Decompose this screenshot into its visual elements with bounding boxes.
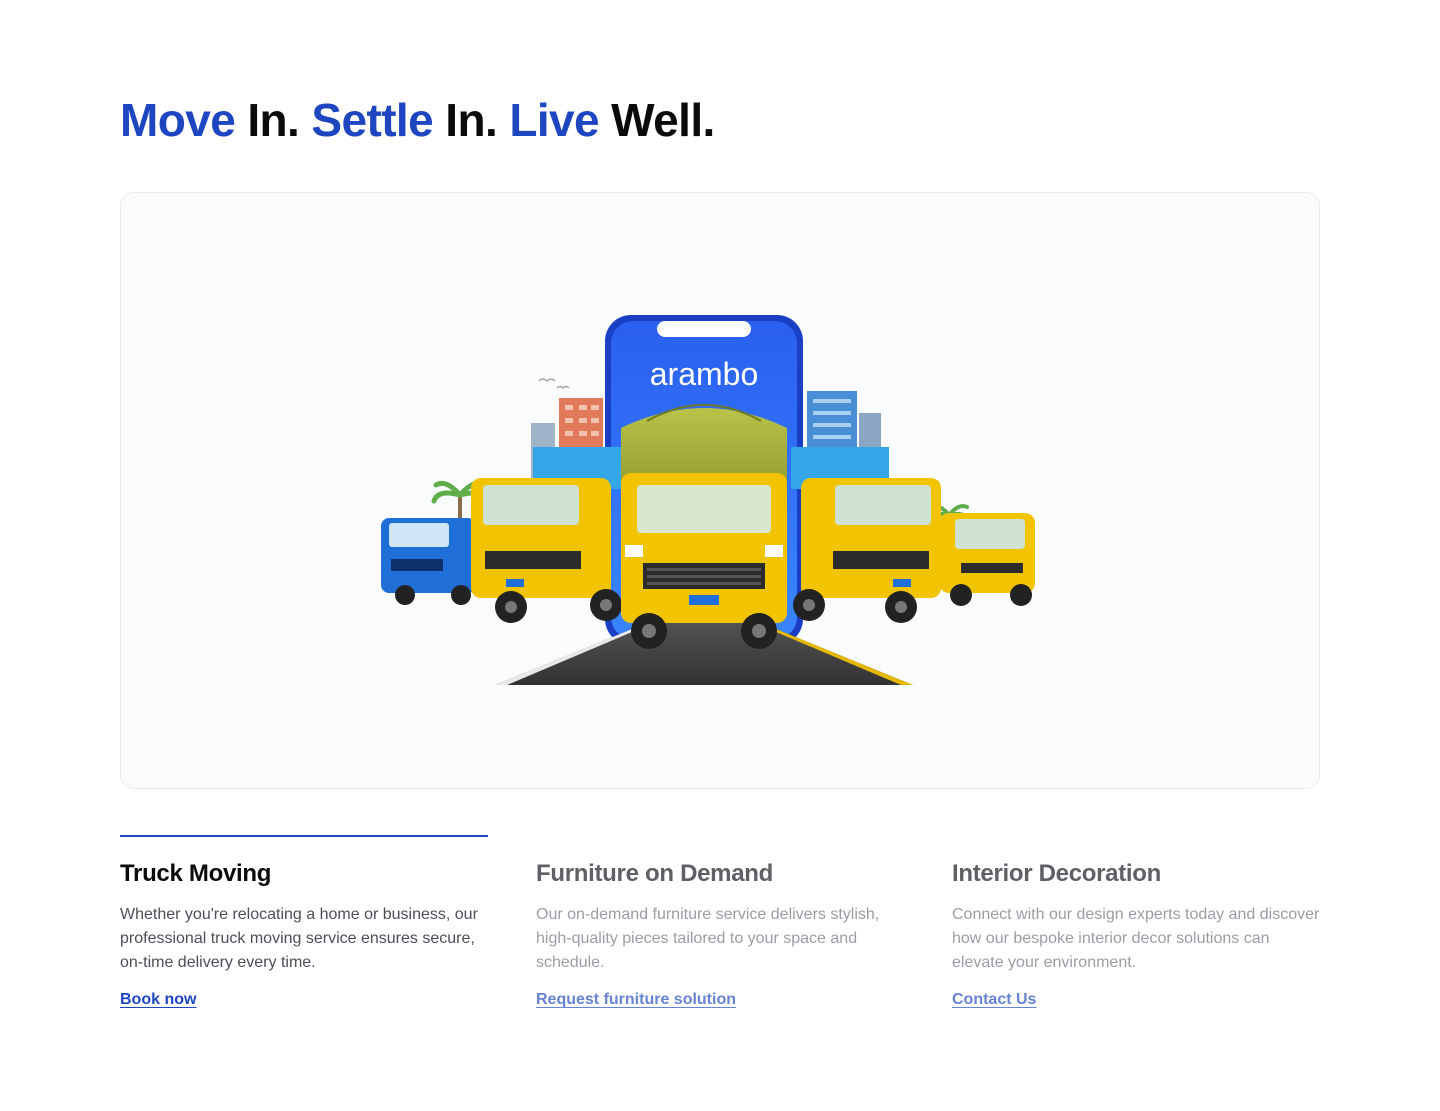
- hero-brand-text: arambo: [650, 356, 759, 392]
- service-title: Interior Decoration: [952, 860, 1161, 887]
- birds-icon: [538, 378, 570, 389]
- service-description: Our on-demand furniture service delivers…: [536, 906, 880, 971]
- service-truck-moving[interactable]: Truck Moving Whether you're relocating a…: [120, 835, 488, 1009]
- headline-word-well: Well.: [598, 94, 715, 146]
- service-furniture-on-demand[interactable]: Furniture on Demand Our on-demand furnit…: [536, 835, 904, 1009]
- headline-word-in-1: In.: [235, 94, 312, 146]
- active-tab-indicator: [120, 835, 488, 837]
- headline-word-settle: Settle: [311, 94, 434, 146]
- service-description: Connect with our design experts today an…: [952, 906, 1320, 971]
- hero-image-card: arambo: [120, 192, 1320, 789]
- hero-trucks-illustration: arambo: [381, 315, 1035, 685]
- contact-us-link[interactable]: Contact Us: [952, 991, 1036, 1009]
- service-title: Truck Moving: [120, 860, 272, 887]
- services-section: Truck Moving Whether you're relocating a…: [120, 835, 1320, 1035]
- small-yellow-truck-icon: [939, 513, 1035, 606]
- service-interior-decoration[interactable]: Interior Decoration Connect with our des…: [952, 835, 1320, 1009]
- request-furniture-solution-link[interactable]: Request furniture solution: [536, 991, 736, 1009]
- headline-word-live: Live: [509, 94, 599, 146]
- page-headline: Move In. Settle In. Live Well.: [120, 92, 715, 148]
- tab-indicator: [952, 835, 1320, 837]
- book-now-link[interactable]: Book now: [120, 991, 196, 1009]
- tab-indicator: [536, 835, 904, 837]
- yellow-truck-left-icon: [471, 478, 622, 623]
- blue-truck-icon: [381, 518, 476, 605]
- service-title: Furniture on Demand: [536, 860, 773, 887]
- road-icon: [495, 618, 913, 685]
- headline-word-in-2: In.: [433, 94, 510, 146]
- headline-word-move: Move: [120, 94, 236, 146]
- yellow-truck-center-icon: [621, 404, 787, 649]
- service-description: Whether you're relocating a home or busi…: [120, 906, 478, 971]
- yellow-truck-right-icon: [793, 478, 941, 623]
